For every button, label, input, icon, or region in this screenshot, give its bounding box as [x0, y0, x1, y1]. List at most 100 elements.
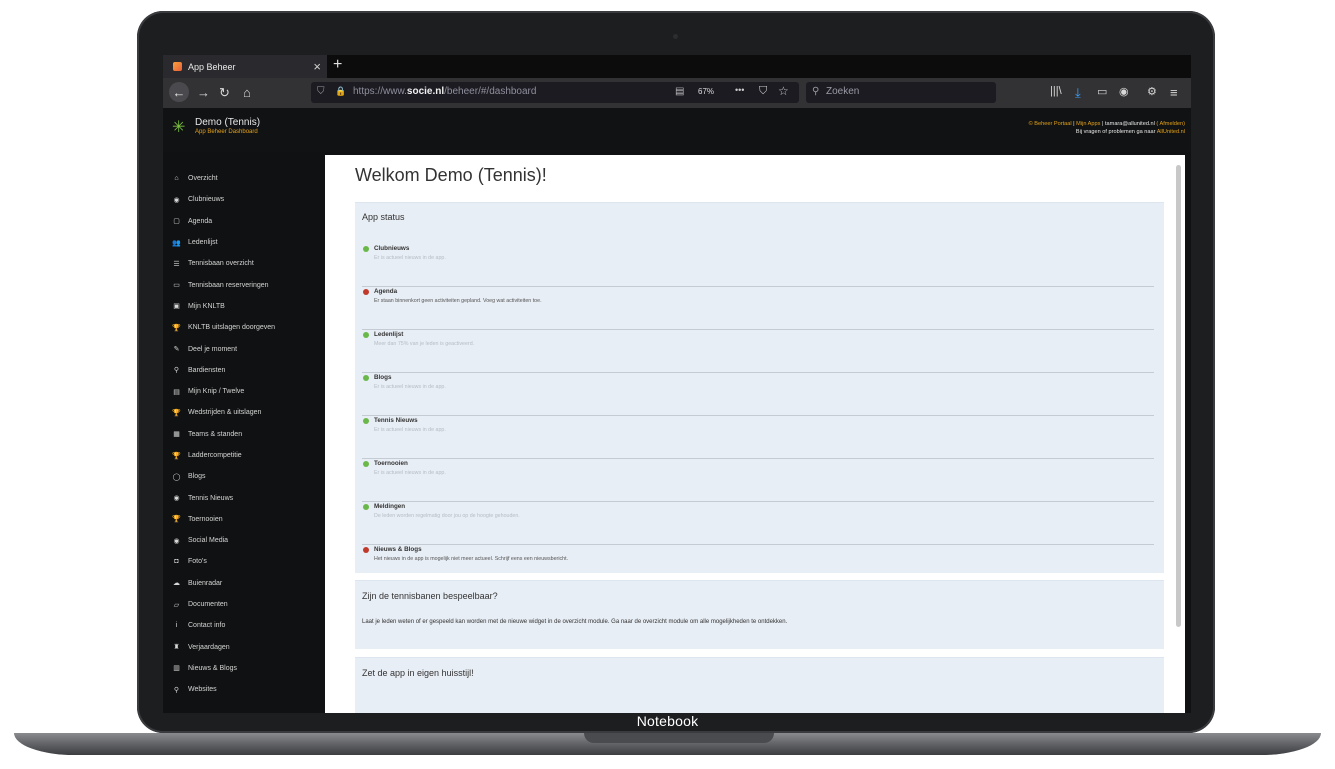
sidebar-item-foto-s[interactable]: ◘ Foto's [163, 551, 323, 572]
tab-app-beheer[interactable]: App Beheer × [163, 55, 327, 78]
sidebar-toggle-icon[interactable]: ▭ [1097, 85, 1107, 98]
new-tab-button[interactable]: + [333, 56, 342, 74]
zoom-level[interactable]: 67% [698, 87, 714, 96]
sidebar-item-wedstrijden-uitslagen[interactable]: 🏆 Wedstrijden & uitslagen [163, 402, 323, 423]
status-dot-icon [363, 289, 369, 295]
panel-title: Zet de app in eigen huisstijl! [362, 668, 474, 678]
app-logo-icon: ✳ [172, 119, 186, 136]
status-item: Meldingen De leden worden regelmatig door… [362, 501, 1154, 545]
sidebar-item-label: Websites [188, 686, 217, 694]
address-bar[interactable]: ⛉ 🔒 https://www.socie.nl/beheer/#/dashbo… [311, 82, 799, 103]
account-icon[interactable]: ◉ [1119, 85, 1129, 98]
status-dot-icon [363, 547, 369, 553]
bookmark-star-icon[interactable]: ☆ [778, 84, 789, 98]
status-dot-icon [363, 375, 369, 381]
status-dot-icon [363, 418, 369, 424]
link-icon: ⚲ [173, 367, 180, 375]
trophy-icon: 🏆 [172, 409, 181, 417]
sidebar-item-tennis-nieuws[interactable]: ◉ Tennis Nieuws [163, 487, 323, 508]
allunited-link[interactable]: AllUnited.nl [1157, 129, 1185, 135]
status-description: Het nieuws in de app is mogelijk niet me… [374, 556, 569, 562]
sidebar-item-contact-info[interactable]: i Contact info [163, 615, 323, 636]
status-name: Toernooien [374, 460, 408, 467]
sidebar-item-clubnieuws[interactable]: ◉ Clubnieuws [163, 189, 323, 210]
search-icon: ⚲ [812, 86, 820, 97]
lock-icon[interactable]: 🔒 [335, 86, 346, 97]
shield-icon[interactable]: ⛉ [317, 86, 325, 97]
screen: App Beheer × + ← → ↻ ⌂ ⛉ 🔒 https://www.s… [163, 55, 1191, 713]
logout-link[interactable]: ( Afmelden) [1155, 121, 1185, 127]
camera-icon: ◘ [174, 558, 179, 566]
sidebar-item-documenten[interactable]: ▱ Documenten [163, 594, 323, 615]
sidebar-item-laddercompetitie[interactable]: 🏆 Laddercompetitie [163, 445, 323, 466]
sidebar-item-websites[interactable]: ⚲ Websites [163, 679, 323, 700]
comment-icon: ◯ [172, 473, 181, 481]
close-tab-icon[interactable]: × [313, 59, 321, 74]
main-content: Welkom Demo (Tennis)! App status Clubnie… [325, 155, 1185, 713]
trophy-icon: 🏆 [172, 324, 181, 332]
sidebar-item-agenda[interactable]: ▢ Agenda [163, 211, 323, 232]
search-field[interactable]: ⚲ Zoeken [806, 82, 996, 103]
url-text[interactable]: https://www.socie.nl/beheer/#/dashboard [353, 86, 536, 97]
status-description: Er staan binnenkort geen activiteiten ge… [374, 298, 542, 304]
sidebar-item-buienradar[interactable]: ☁ Buienradar [163, 573, 323, 594]
library-icon[interactable]: |||\ [1050, 85, 1062, 97]
panel-text: Laat je leden weten of er gespeeld kan w… [362, 619, 788, 625]
sidebar-item-label: Blogs [188, 473, 206, 481]
id-card-icon: ▣ [173, 303, 180, 311]
sidebar-item-label: Contact info [188, 622, 226, 630]
status-description: Er is actueel nieuws in de app. [374, 427, 446, 433]
sidebar-item-tennisbaan-overzicht[interactable]: ☰ Tennisbaan overzicht [163, 253, 323, 274]
status-item: Toernooien Er is actueel nieuws in de app… [362, 458, 1154, 502]
status-item: Clubnieuws Er is actueel nieuws in de app… [362, 243, 1154, 287]
sidebar-item-mijn-knltb[interactable]: ▣ Mijn KNLTB [163, 296, 323, 317]
tab-bar: App Beheer × + [163, 55, 1191, 78]
sidebar-item-tennisbaan-reserveringen[interactable]: ▭ Tennisbaan reserveringen [163, 274, 323, 295]
menu-icon[interactable]: ≡ [1170, 85, 1178, 100]
reload-button[interactable]: ↻ [219, 85, 230, 101]
status-name: Tennis Nieuws [374, 417, 418, 424]
sidebar-item-label: Social Media [188, 537, 229, 545]
sidebar-item-blogs[interactable]: ◯ Blogs [163, 466, 323, 487]
status-description: Er is actueel nieuws in de app. [374, 384, 446, 390]
status-item: Blogs Er is actueel nieuws in de app. [362, 372, 1154, 416]
reader-view-icon[interactable]: ▤ [675, 86, 684, 97]
status-name: Clubnieuws [374, 245, 410, 252]
sidebar-item-teams-standen[interactable]: ▦ Teams & standen [163, 424, 323, 445]
sidebar-item-mijn-knip-twelve[interactable]: ▤ Mijn Knip / Twelve [163, 381, 323, 402]
sidebar-item-deel-je-moment[interactable]: ✎ Deel je moment [163, 338, 323, 359]
newspaper-icon: ▥ [173, 665, 180, 673]
extension-icon[interactable]: ⚙ [1147, 85, 1157, 98]
mijn-apps-link[interactable]: Mijn Apps [1076, 121, 1100, 127]
beheer-portaal-link[interactable]: © Beheer Portaal [1029, 121, 1072, 127]
home-button[interactable]: ⌂ [243, 85, 251, 100]
content-scrollbar[interactable] [1176, 165, 1181, 627]
sidebar-item-social-media[interactable]: ◉ Social Media [163, 530, 323, 551]
notebook-label: Notebook [636, 713, 699, 729]
calendar-icon: ▢ [173, 218, 180, 226]
sidebar-item-label: Ledenlijst [188, 239, 218, 247]
sidebar-item-overzicht[interactable]: ⌂ Overzicht [163, 168, 323, 189]
cloud-icon: ☁ [173, 580, 180, 588]
pocket-icon[interactable]: ⛉ [759, 85, 767, 98]
sidebar-item-label: Clubnieuws [188, 196, 225, 204]
sidebar: ⌂ Overzicht ◉ Clubnieuws ▢ Agenda 👥 Ledenlijst ☰… [163, 168, 323, 700]
sidebar-item-label: Foto's [188, 558, 207, 566]
sidebar-item-verjaardagen[interactable]: ♜ Verjaardagen [163, 637, 323, 658]
status-name: Agenda [374, 288, 398, 295]
sidebar-item-bardiensten[interactable]: ⚲ Bardiensten [163, 360, 323, 381]
sidebar-item-nieuws-blogs[interactable]: ▥ Nieuws & Blogs [163, 658, 323, 679]
page-actions-icon[interactable]: ••• [735, 85, 744, 95]
back-button[interactable]: ← [169, 82, 189, 102]
monitor-icon: ▭ [173, 282, 180, 290]
globe-icon: ◉ [173, 196, 180, 204]
download-icon[interactable]: ⤓ [1075, 85, 1081, 101]
users-icon: 👥 [172, 239, 181, 247]
forward-button[interactable]: → [197, 85, 210, 100]
globe-icon: ◉ [173, 537, 180, 545]
sidebar-item-knltb-uitslagen-doorgeven[interactable]: 🏆 KNLTB uitslagen doorgeven [163, 317, 323, 338]
list-icon: ☰ [173, 260, 180, 268]
panel-title: Zijn de tennisbanen bespeelbaar? [362, 591, 498, 601]
sidebar-item-ledenlijst[interactable]: 👥 Ledenlijst [163, 232, 323, 253]
sidebar-item-toernooien[interactable]: 🏆 Toernooien [163, 509, 323, 530]
